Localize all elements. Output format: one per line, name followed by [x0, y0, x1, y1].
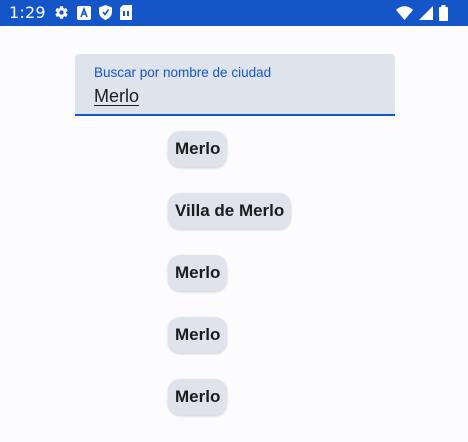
result-chip[interactable]: Merlo — [168, 255, 228, 291]
results-list: Merlo Villa de Merlo Merlo Merlo Merlo — [168, 131, 292, 441]
wifi-icon — [396, 6, 413, 20]
shield-icon — [99, 5, 112, 20]
signal-icon — [419, 6, 433, 20]
result-chip[interactable]: Merlo — [168, 379, 228, 415]
status-right-icons — [396, 5, 448, 21]
sim-card-icon — [120, 5, 132, 20]
search-label: Buscar por nombre de ciudad — [94, 65, 272, 80]
status-left-icons — [54, 5, 132, 20]
gear-icon — [54, 5, 69, 20]
battery-icon — [439, 5, 448, 21]
status-bar: 1:29 — [0, 0, 468, 26]
search-field[interactable]: Buscar por nombre de ciudad — [75, 54, 395, 116]
result-chip[interactable]: Merlo — [168, 131, 228, 167]
a-icon — [77, 5, 91, 20]
result-chip[interactable]: Villa de Merlo — [168, 193, 292, 229]
result-chip[interactable]: Merlo — [168, 317, 228, 353]
status-time: 1:29 — [9, 3, 46, 22]
search-input[interactable] — [94, 83, 374, 109]
